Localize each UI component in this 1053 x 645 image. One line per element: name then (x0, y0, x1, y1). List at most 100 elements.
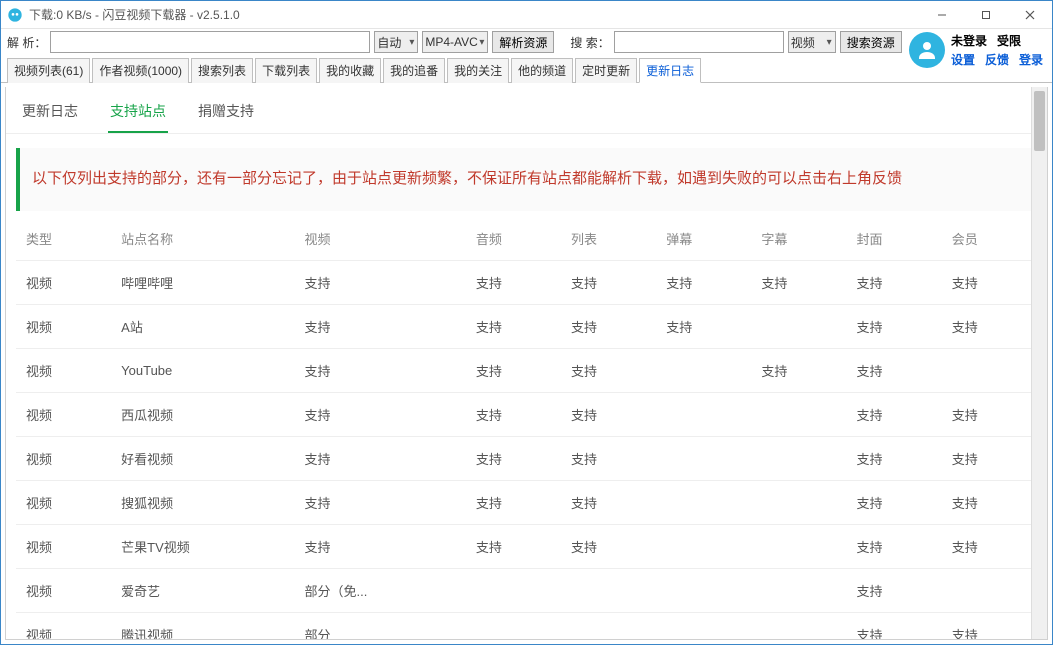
table-cell (751, 612, 846, 639)
parse-button[interactable]: 解析资源 (492, 31, 554, 53)
primary-tab-3[interactable]: 下载列表 (255, 58, 317, 83)
secondary-tab-2[interactable]: 捐赠支持 (196, 101, 256, 133)
table-cell: 支持 (751, 348, 846, 392)
table-cell: 支持 (466, 304, 561, 348)
table-cell (942, 568, 1037, 612)
table-cell (751, 568, 846, 612)
content-panel: 更新日志支持站点捐赠支持 以下仅列出支持的部分，还有一部分忘记了，由于站点更新频… (5, 87, 1048, 640)
primary-tab-6[interactable]: 我的关注 (447, 58, 509, 83)
table-cell (751, 436, 846, 480)
table-cell: 支持 (656, 260, 751, 304)
secondary-tab-0[interactable]: 更新日志 (20, 101, 80, 133)
table-cell: 支持 (942, 612, 1037, 639)
primary-tab-4[interactable]: 我的收藏 (319, 58, 381, 83)
scroll-thumb[interactable] (1034, 91, 1045, 151)
table-row: 视频腾讯视频部分 支持支持 (16, 612, 1037, 639)
search-input[interactable] (614, 31, 784, 53)
table-cell: 支持 (466, 260, 561, 304)
login-link[interactable]: 登录 (1019, 51, 1043, 68)
table-cell: 支持 (942, 480, 1037, 524)
table-cell (656, 480, 751, 524)
table-cell: 爱奇艺 (111, 568, 294, 612)
table-cell: 支持 (561, 304, 656, 348)
primary-tab-7[interactable]: 他的频道 (511, 58, 573, 83)
primary-tab-9[interactable]: 更新日志 (639, 58, 701, 83)
table-cell: 哔哩哔哩 (111, 260, 294, 304)
table-cell (751, 392, 846, 436)
col-header: 会员 (942, 217, 1037, 261)
support-table: 类型站点名称视频音频列表弹幕字幕封面会员 视频哔哩哔哩支持支持支持支持支持支持支… (16, 217, 1037, 640)
table-cell: 腾讯视频 (111, 612, 294, 639)
table-cell: 视频 (16, 480, 111, 524)
table-cell: 支持 (561, 392, 656, 436)
table-cell (656, 348, 751, 392)
secondary-tab-1[interactable]: 支持站点 (108, 101, 168, 133)
table-row: 视频A站支持支持支持支持支持支持 (16, 304, 1037, 348)
table-cell (751, 304, 846, 348)
table-cell: 支持 (466, 348, 561, 392)
table-cell: YouTube (111, 348, 294, 392)
table-cell: 支持 (294, 260, 465, 304)
table-cell: 支持 (847, 612, 942, 639)
account-cluster: 未登录 受限 设置 反馈 登录 (909, 32, 1043, 68)
col-header: 类型 (16, 217, 111, 261)
table-cell: 部分 (294, 612, 465, 639)
login-status: 未登录 (951, 32, 987, 49)
table-cell: 支持 (466, 480, 561, 524)
primary-tab-0[interactable]: 视频列表(61) (7, 58, 90, 83)
table-row: 视频YouTube支持支持支持支持支持 (16, 348, 1037, 392)
primary-tab-8[interactable]: 定时更新 (575, 58, 637, 83)
close-button[interactable] (1008, 1, 1052, 29)
mode-select[interactable]: 自动 (374, 31, 418, 53)
primary-tab-1[interactable]: 作者视频(1000) (92, 58, 189, 83)
parse-input[interactable] (50, 31, 370, 53)
vertical-scrollbar[interactable] (1031, 87, 1047, 639)
table-cell (656, 612, 751, 639)
table-cell (751, 480, 846, 524)
search-button[interactable]: 搜索资源 (840, 31, 902, 53)
table-cell (561, 612, 656, 639)
table-wrap[interactable]: 类型站点名称视频音频列表弹幕字幕封面会员 视频哔哩哔哩支持支持支持支持支持支持支… (16, 217, 1037, 640)
table-cell (751, 524, 846, 568)
table-cell: 支持 (847, 392, 942, 436)
primary-tab-2[interactable]: 搜索列表 (191, 58, 253, 83)
table-cell: 支持 (561, 260, 656, 304)
format-select[interactable]: MP4-AVC (422, 31, 488, 53)
table-cell: 支持 (294, 524, 465, 568)
table-cell: 芒果TV视频 (111, 524, 294, 568)
feedback-link[interactable]: 反馈 (985, 51, 1009, 68)
minimize-button[interactable] (920, 1, 964, 29)
maximize-button[interactable] (964, 1, 1008, 29)
primary-tab-5[interactable]: 我的追番 (383, 58, 445, 83)
table-row: 视频搜狐视频支持支持支持支持支持 (16, 480, 1037, 524)
table-cell: 视频 (16, 524, 111, 568)
table-cell (656, 568, 751, 612)
table-cell: 部分（免... (294, 568, 465, 612)
table-row: 视频芒果TV视频支持支持支持支持支持 (16, 524, 1037, 568)
table-cell: 支持 (561, 436, 656, 480)
avatar[interactable] (909, 32, 945, 68)
table-cell (942, 348, 1037, 392)
search-type-select[interactable]: 视频 (788, 31, 836, 53)
table-cell: 支持 (942, 392, 1037, 436)
table-cell: 西瓜视频 (111, 392, 294, 436)
table-cell: 视频 (16, 568, 111, 612)
table-row: 视频爱奇艺部分（免...支持 (16, 568, 1037, 612)
search-label: 搜 索： (570, 34, 609, 51)
table-cell: 支持 (466, 524, 561, 568)
table-cell (561, 568, 656, 612)
table-cell: 支持 (942, 304, 1037, 348)
table-cell: 视频 (16, 392, 111, 436)
table-cell: 好看视频 (111, 436, 294, 480)
table-cell: 支持 (847, 436, 942, 480)
settings-link[interactable]: 设置 (951, 51, 975, 68)
table-cell: 视频 (16, 612, 111, 639)
table-cell: 支持 (942, 260, 1037, 304)
table-cell: 支持 (561, 524, 656, 568)
table-cell: 支持 (294, 436, 465, 480)
parse-label: 解 析： (7, 34, 46, 51)
table-cell: 支持 (847, 260, 942, 304)
table-cell (466, 612, 561, 639)
table-cell: 支持 (942, 524, 1037, 568)
primary-tabs: 视频列表(61)作者视频(1000)搜索列表下载列表我的收藏我的追番我的关注他的… (1, 55, 1052, 83)
